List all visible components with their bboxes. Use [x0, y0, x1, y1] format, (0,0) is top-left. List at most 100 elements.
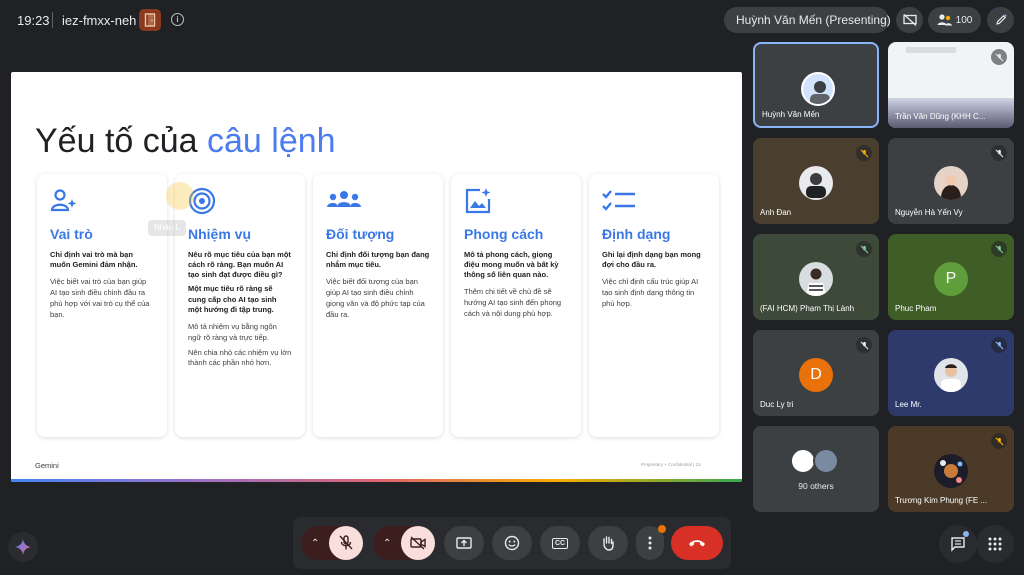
participant-tile[interactable]: Trương Kim Phụng (FE ...	[888, 426, 1014, 512]
card-heading: Định dạng	[602, 226, 671, 242]
participant-tile[interactable]: Nguyễn Hà Yến Vy	[888, 138, 1014, 224]
card-format: Định dạng Ghi lại định dạng bạn mong đợi…	[589, 174, 719, 437]
hand-icon[interactable]	[588, 526, 628, 560]
participant-name: Anh Đan	[760, 208, 792, 217]
people-icon	[937, 13, 953, 27]
avatar	[934, 358, 968, 392]
slide-title-main: Yếu tố của	[35, 122, 208, 160]
card-task: Nhiệm vụ Nêu rõ mục tiêu của bạn một các…	[175, 174, 305, 437]
participant-tile[interactable]: D Duc Ly tri	[753, 330, 879, 416]
slide-gradient-bar	[11, 479, 742, 482]
presentation-slide: Yếu tố của câu lệnh Vai trò Chỉ định vai…	[11, 72, 742, 482]
participant-tile[interactable]: Lee Mr.	[888, 330, 1014, 416]
checklist-icon	[602, 187, 635, 215]
participant-name: Lee Mr.	[895, 400, 922, 409]
notification-dot	[963, 531, 969, 537]
participant-name: Trương Kim Phụng (FE ...	[895, 496, 988, 505]
avatar	[934, 166, 968, 200]
edit-icon[interactable]	[987, 7, 1014, 33]
mic-off-icon[interactable]	[329, 526, 363, 560]
mic-off-icon	[856, 241, 872, 257]
participant-name: (FAI HCM) Phạm Thị Lành	[760, 304, 855, 313]
others-tile[interactable]: 90 others	[753, 426, 879, 512]
top-bar: 19:23 iez-fmxx-neh i Huỳnh Văn Mến (Pres…	[0, 0, 1024, 40]
mic-off-icon	[991, 337, 1007, 353]
slide-title: Yếu tố của câu lệnh	[35, 122, 336, 161]
group-icon	[326, 187, 361, 215]
clock: 19:23	[17, 13, 50, 28]
captions-icon: CC	[551, 537, 569, 549]
presenter-label: Huỳnh Văn Mến (Presenting)	[736, 13, 891, 27]
mic-off-icon	[991, 49, 1007, 65]
slide-title-accent: câu lệnh	[207, 122, 336, 160]
avatar	[801, 72, 835, 106]
participant-tile[interactable]: P Phuc Pham	[888, 234, 1014, 320]
card-row: Vai trò Chỉ định vai trò mà bạn muốn Gem…	[37, 174, 719, 437]
gemini-icon[interactable]	[8, 532, 38, 562]
participant-name: Nguyễn Hà Yến Vy	[895, 208, 963, 217]
presenter-chip[interactable]: Huỳnh Văn Mến (Presenting)	[724, 7, 891, 33]
meeting-code[interactable]: iez-fmxx-neh	[62, 13, 136, 28]
participant-name: Duc Ly tri	[760, 400, 794, 409]
participant-name: Phuc Pham	[895, 304, 937, 313]
avatar: P	[934, 262, 968, 296]
avatar	[799, 262, 833, 296]
more-vert-icon[interactable]	[636, 525, 666, 560]
present-icon[interactable]	[444, 526, 484, 560]
call-end-icon[interactable]	[671, 526, 723, 560]
person-sparkle-icon	[50, 187, 78, 215]
mic-off-icon	[991, 433, 1007, 449]
videocam-off-icon[interactable]	[401, 526, 435, 560]
participant-tile[interactable]: (FAI HCM) Phạm Thị Lành	[753, 234, 879, 320]
card-lead: Chỉ định đối tượng bạn đang nhắm mục tiê…	[326, 250, 430, 270]
card-role: Vai trò Chỉ định vai trò mà bạn muốn Gem…	[37, 174, 167, 437]
call-controls: ⌃ ⌃ CC	[293, 517, 731, 569]
mic-off-icon	[856, 337, 872, 353]
card-heading: Nhiệm vụ	[188, 226, 252, 242]
card-heading: Đối tượng	[326, 226, 395, 242]
card-audience: Đối tượng Chỉ định đối tượng bạn đang nh…	[313, 174, 443, 437]
card-lead: Mô tả phong cách, giọng điệu mong muốn v…	[464, 250, 559, 280]
reaction-name-label: Nhân L	[148, 220, 186, 236]
captions-button[interactable]: CC	[540, 526, 580, 560]
chat-icon[interactable]	[939, 525, 977, 563]
emoji-icon[interactable]	[492, 526, 532, 560]
avatar	[799, 166, 833, 200]
slide-footer-brand: Gemini	[35, 461, 59, 470]
info-icon[interactable]: i	[171, 13, 184, 26]
mic-control-group: ⌃	[301, 526, 363, 560]
participant-tile[interactable]: Anh Đan	[753, 138, 879, 224]
card-body: Việc chỉ định cấu trúc giúp AI tạo sinh …	[602, 277, 699, 308]
participant-name: Trần Văn Dũng (KHH C...	[895, 112, 986, 121]
card-body: Mô tả nhiệm vụ bằng ngôn ngữ rõ ràng và …	[188, 321, 277, 342]
shared-screen-thumbnail	[906, 47, 956, 53]
participant-tile[interactable]: Huỳnh Văn Mến	[753, 42, 879, 128]
door-icon[interactable]	[139, 9, 161, 31]
avatar: D	[799, 358, 833, 392]
card-lead-secondary: Một mục tiêu rõ ràng sẽ cung cấp cho AI …	[188, 284, 277, 314]
card-heading: Vai trò	[50, 226, 93, 242]
card-lead: Nêu rõ mục tiêu của bạn một cách rõ ràng…	[188, 250, 291, 280]
mic-off-icon	[856, 145, 872, 161]
card-heading: Phong cách	[464, 226, 544, 242]
people-count: 100	[955, 14, 973, 26]
card-lead: Ghi lại định dạng bạn mong đợi cho đầu r…	[602, 250, 701, 270]
image-sparkle-icon	[464, 187, 492, 215]
card-body: Việc biết đối tượng của bạn giúp AI tạo …	[326, 277, 425, 319]
participant-tile[interactable]: Trần Văn Dũng (KHH C...	[888, 42, 1014, 128]
others-count: 90 others	[798, 481, 834, 491]
participant-name: Huỳnh Văn Mến	[762, 110, 820, 119]
slide-footer-page: Proprietary + Confidential | 15	[641, 462, 701, 467]
card-body: Thêm chi tiết về chủ đề sẽ hướng AI tạo …	[464, 287, 562, 319]
reaction-emoji-icon	[166, 182, 194, 210]
presentation-off-icon[interactable]	[896, 7, 923, 33]
chevron-up-icon[interactable]: ⌃	[311, 538, 319, 549]
meet-window: 19:23 iez-fmxx-neh i Huỳnh Văn Mến (Pres…	[0, 0, 1024, 575]
chevron-up-icon[interactable]: ⌃	[383, 538, 391, 549]
avatar	[813, 448, 839, 474]
avatar	[934, 454, 968, 488]
apps-icon[interactable]	[976, 525, 1014, 563]
divider	[52, 12, 53, 28]
people-button[interactable]: 100	[928, 7, 981, 33]
card-body: Việc biết vai trò của bạn giúp AI tạo si…	[50, 277, 150, 319]
